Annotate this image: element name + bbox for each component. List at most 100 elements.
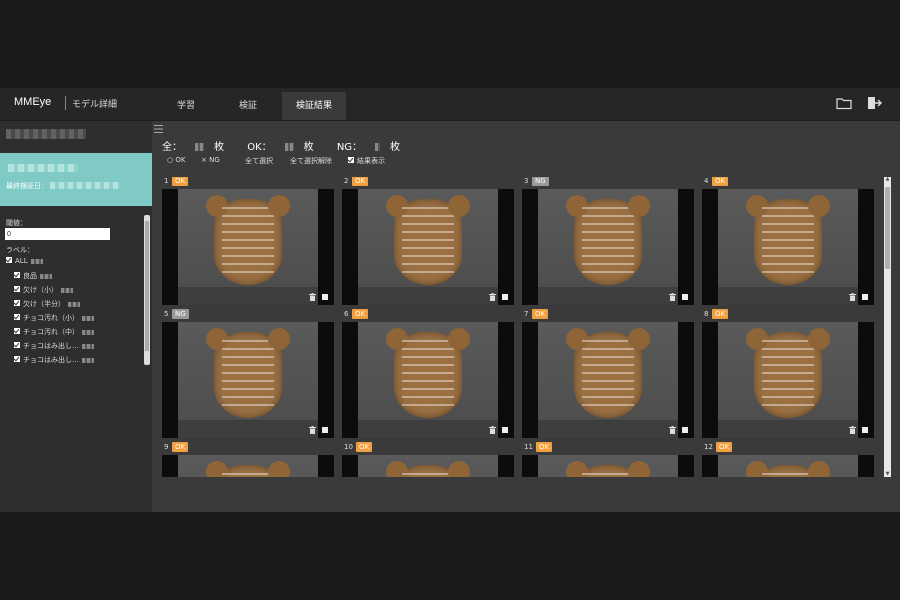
count-redacted [82, 357, 94, 363]
sidebar: 最終検証日： 閾値： ラベル： ALL 良品 欠け（小） 欠け（半分） チョコ汚… [0, 121, 152, 512]
product-image[interactable] [702, 322, 874, 438]
result-card[interactable]: 10 OK [342, 442, 514, 477]
select-checkbox[interactable] [322, 294, 328, 300]
label-filter-choco-stain-small[interactable]: チョコ汚れ（小） [14, 313, 94, 322]
result-card[interactable]: 4 OK [702, 177, 874, 305]
card-number: 10 [344, 443, 353, 451]
select-all-button[interactable]: 全て選択 [245, 156, 273, 166]
label-filter-chip-half[interactable]: 欠け（半分） [14, 299, 80, 308]
label-filter-good[interactable]: 良品 [14, 271, 52, 280]
folder-icon[interactable] [836, 95, 852, 111]
results-scrollbar[interactable]: ▲ ▼ [884, 177, 891, 477]
card-number: 8 [704, 310, 709, 318]
status-badge: NG [172, 309, 189, 319]
trash-icon[interactable] [849, 426, 856, 434]
product-image[interactable] [702, 189, 874, 305]
select-checkbox[interactable] [862, 294, 868, 300]
label-filter-choco-stain-medium[interactable]: チョコ汚れ（中） [14, 327, 94, 336]
trash-icon[interactable] [309, 293, 316, 301]
trash-icon[interactable] [489, 293, 496, 301]
results-panel: 全： 枚 OK： 枚 NG： 枚 ○ OK × NG 全て選択 全て選択解除 結果表示… [152, 121, 900, 512]
product-image[interactable] [342, 322, 514, 438]
checkbox[interactable] [14, 300, 20, 306]
image-area [538, 455, 678, 477]
label-filter-all[interactable]: ALL [6, 257, 43, 266]
select-checkbox[interactable] [682, 294, 688, 300]
product-image[interactable] [162, 455, 334, 477]
result-grid: 1 OK 2 OK 3 NG 4 OK 5 NG 6 OK 7 OK 8 OK 9 OK 10 OK 11 OK 12 OK [162, 177, 878, 477]
result-card[interactable]: 7 OK [522, 309, 694, 438]
result-card[interactable]: 2 OK [342, 177, 514, 305]
overlay-text-redacted [582, 207, 634, 277]
product-image[interactable] [162, 322, 334, 438]
result-card[interactable]: 9 OK [162, 442, 334, 477]
result-card[interactable]: 1 OK [162, 177, 334, 305]
scrollbar-thumb[interactable] [145, 221, 149, 351]
trash-icon[interactable] [849, 293, 856, 301]
count-redacted [61, 287, 73, 293]
image-shelf [538, 420, 678, 438]
count-redacted [82, 343, 94, 349]
checkbox[interactable] [348, 157, 354, 163]
tab-verification-results[interactable]: 検証結果 [282, 92, 346, 120]
label-filter-choco-overflow-1[interactable]: チョコはみ出し… [14, 341, 94, 350]
product-image[interactable] [342, 189, 514, 305]
trash-icon[interactable] [669, 293, 676, 301]
sidebar-scrollbar[interactable] [144, 215, 150, 365]
card-number: 4 [704, 177, 709, 185]
result-card[interactable]: 12 OK [702, 442, 874, 477]
logout-icon[interactable] [866, 95, 882, 111]
result-card[interactable]: 6 OK [342, 309, 514, 438]
scrollbar-thumb[interactable] [885, 187, 890, 269]
count-ok-label: OK： [247, 142, 272, 153]
checkbox[interactable] [14, 286, 20, 292]
trash-icon[interactable] [309, 426, 316, 434]
select-checkbox[interactable] [502, 294, 508, 300]
checkbox[interactable] [14, 356, 20, 362]
checkbox[interactable] [14, 314, 20, 320]
image-shelf [718, 287, 858, 305]
count-all: 全： 枚 [162, 142, 234, 153]
tab-training[interactable]: 学習 [158, 92, 214, 120]
checkbox[interactable] [14, 272, 20, 278]
result-card[interactable]: 5 NG [162, 309, 334, 438]
result-card[interactable]: 3 NG [522, 177, 694, 305]
bear-cookie-image [566, 328, 650, 418]
product-image[interactable] [522, 455, 694, 477]
select-checkbox[interactable] [322, 427, 328, 433]
checkbox[interactable] [6, 257, 12, 263]
select-checkbox[interactable] [502, 427, 508, 433]
product-image[interactable] [342, 455, 514, 477]
select-checkbox[interactable] [682, 427, 688, 433]
ng-filter-toggle[interactable]: × NG [201, 156, 220, 164]
card-number: 5 [164, 310, 169, 318]
checkbox[interactable] [14, 328, 20, 334]
scroll-down-icon[interactable]: ▼ [885, 472, 890, 477]
card-number: 3 [524, 177, 529, 185]
scroll-up-icon[interactable]: ▲ [885, 177, 890, 182]
ok-filter-radio[interactable]: ○ OK [167, 156, 185, 164]
deselect-all-button[interactable]: 全て選択解除 [290, 156, 332, 166]
header-divider [65, 96, 66, 110]
label-filter-chip-small[interactable]: 欠け（小） [14, 285, 73, 294]
product-image[interactable] [522, 322, 694, 438]
count-unit: 枚 [390, 142, 401, 153]
trash-icon[interactable] [669, 426, 676, 434]
menu-icon[interactable] [154, 125, 163, 133]
label-filter-choco-overflow-2[interactable]: チョコはみ出し… [14, 355, 94, 364]
image-shelf [718, 420, 858, 438]
threshold-input[interactable] [5, 228, 110, 240]
select-checkbox[interactable] [862, 427, 868, 433]
tab-verification[interactable]: 検証 [220, 92, 276, 120]
product-image[interactable] [522, 189, 694, 305]
result-card[interactable]: 8 OK [702, 309, 874, 438]
result-card[interactable]: 11 OK [522, 442, 694, 477]
trash-icon[interactable] [489, 426, 496, 434]
show-results-checkbox[interactable]: 結果表示 [348, 156, 385, 166]
product-image[interactable] [702, 455, 874, 477]
product-image[interactable] [162, 189, 334, 305]
checkbox[interactable] [14, 342, 20, 348]
bear-cookie-image [206, 461, 290, 477]
overlay-text-redacted [582, 340, 634, 410]
count-redacted [284, 143, 294, 151]
